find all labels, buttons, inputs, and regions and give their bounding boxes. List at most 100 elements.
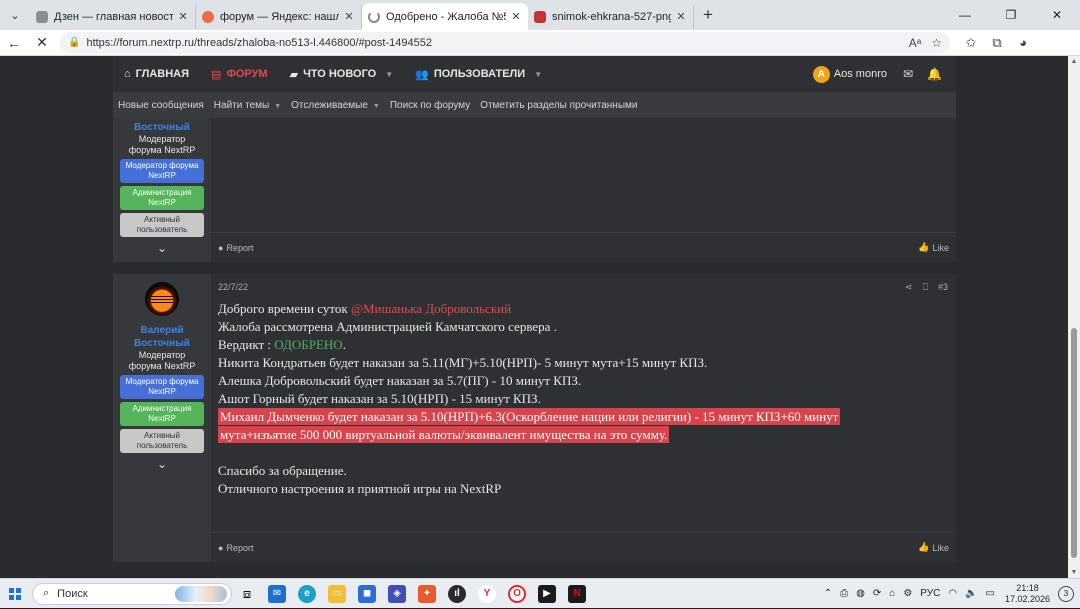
taskbar-app-edge[interactable]: e: [292, 579, 322, 609]
taskbar-app-audio[interactable]: ıl: [442, 579, 472, 609]
close-icon[interactable]: ✕: [675, 10, 687, 23]
subnav-search-forum[interactable]: Поиск по форуму: [390, 100, 470, 111]
share-icon[interactable]: ⋖: [905, 282, 913, 293]
taskbar-app-game[interactable]: ▶: [532, 579, 562, 609]
like-label: Like: [932, 242, 949, 253]
taskview-button[interactable]: ⧈: [232, 579, 262, 609]
favorite-star-icon[interactable]: ☆: [931, 36, 942, 50]
back-button[interactable]: ←: [0, 35, 28, 51]
taskbar-app-netflix[interactable]: N: [562, 579, 592, 609]
taskbar-app-opera[interactable]: O: [502, 579, 532, 609]
page-scrollbar[interactable]: ▲ ▼: [1068, 56, 1080, 578]
taskbar-app-explorer[interactable]: ▭: [322, 579, 352, 609]
chevron-down-icon[interactable]: ⌄: [113, 457, 211, 471]
like-button[interactable]: 👍 Like: [918, 242, 949, 253]
tab-favicon: [534, 10, 546, 23]
chevron-down-icon[interactable]: ⌄: [113, 241, 211, 255]
taskbar-app-mail[interactable]: ✉: [262, 579, 292, 609]
subnav-watched[interactable]: Отслеживаемые ▼: [291, 100, 380, 111]
post-date[interactable]: 22/7/22: [218, 282, 248, 293]
tray-network-icon[interactable]: ⌂: [889, 588, 895, 599]
verdict-value: ОДОБРЕНО: [274, 337, 343, 352]
new-tab-button[interactable]: +: [694, 5, 722, 25]
battery-icon[interactable]: ▭: [986, 588, 995, 599]
verdict-label: Вердикт :: [218, 337, 275, 352]
browser-tab-active[interactable]: Одобрено - Жалоба №513-Л | NE ✕: [362, 3, 528, 30]
author-name[interactable]: Валерий Восточный: [127, 324, 197, 350]
browser-tab[interactable]: форум — Яндекс: нашлось 4 млн ✕: [196, 4, 362, 29]
nav-home[interactable]: ⌂ ГЛАВНАЯ: [113, 56, 200, 92]
language-indicator[interactable]: РУС: [920, 588, 940, 599]
tray-steam-icon[interactable]: ⚙: [903, 588, 912, 599]
close-icon[interactable]: ✕: [510, 10, 522, 23]
forum-icon: ▤: [211, 68, 222, 81]
yandex-icon: Y: [478, 584, 496, 603]
author-name-partial[interactable]: Восточный: [113, 121, 211, 134]
greeting-text: Доброго времени суток: [218, 301, 351, 316]
report-button[interactable]: ● Report: [218, 243, 253, 253]
bookmark-icon[interactable]: ⎕: [923, 282, 928, 293]
bell-icon[interactable]: 🔔: [927, 67, 942, 81]
clock[interactable]: 21:18 17.02.2026: [1005, 583, 1050, 605]
tab-title: Одобрено - Жалоба №513-Л | NE: [386, 10, 506, 23]
tray-sync-icon[interactable]: ⟳: [873, 588, 881, 599]
nav-users[interactable]: 👥 ПОЛЬЗОВАТЕЛИ ▼: [404, 56, 553, 92]
browser-tab[interactable]: snimok-ehkrana-527-png.335563 ✕: [528, 4, 694, 29]
like-button[interactable]: 👍 Like: [918, 542, 949, 553]
tab-favicon: [368, 10, 380, 23]
report-button[interactable]: ● Report: [218, 543, 253, 553]
scroll-down-icon[interactable]: ▼: [1068, 569, 1080, 576]
wifi-icon[interactable]: ◠: [948, 588, 957, 599]
taskbar-app-store[interactable]: ◼: [352, 579, 382, 609]
read-aloud-icon[interactable]: Aᵃ: [909, 36, 921, 50]
subnav-watched-label: Отслеживаемые: [291, 99, 368, 111]
message-line: Спасибо за обращение.: [218, 463, 347, 478]
envelope-icon[interactable]: ✉: [903, 67, 913, 81]
clock-time: 21:18: [1016, 582, 1039, 593]
taskbar-search[interactable]: ⌕ Поиск: [32, 582, 232, 605]
subnav-find-threads[interactable]: Найти темы ▼: [214, 100, 281, 111]
thumbs-up-icon: 👍: [918, 242, 930, 252]
user-avatar[interactable]: A: [812, 65, 830, 83]
message-line: Михаил Дымченко будет наказан за 5.10(НР…: [218, 408, 890, 444]
browser-tab[interactable]: Дзен — главная новостная инфо ✕: [30, 4, 196, 29]
user-name-link[interactable]: Aos monro: [834, 68, 887, 80]
tray-shield-icon[interactable]: ◍: [856, 588, 865, 599]
scrollbar-thumb[interactable]: [1071, 328, 1077, 558]
close-window-button[interactable]: ✕: [1034, 0, 1080, 30]
favorites-icon[interactable]: ✩: [958, 35, 984, 51]
start-button[interactable]: [0, 587, 30, 600]
tab-title: Дзен — главная новостная инфо: [54, 10, 173, 23]
minimize-button[interactable]: —: [942, 0, 988, 30]
profile-icon[interactable]: ◕: [1010, 35, 1036, 50]
url-field[interactable]: 🔒 https://forum.nextrp.ru/threads/zhalob…: [60, 31, 950, 54]
author-avatar[interactable]: [145, 282, 179, 316]
lock-icon[interactable]: 🔒: [68, 37, 80, 48]
chevron-up-icon[interactable]: ⌃: [824, 588, 832, 599]
game-launcher-icon: ▶: [538, 584, 556, 603]
subnav-mark-read[interactable]: Отметить разделы прочитанными: [480, 100, 637, 111]
tray-app-icon[interactable]: ⎙: [840, 588, 848, 599]
close-icon[interactable]: ✕: [343, 10, 355, 23]
nav-forum[interactable]: ▤ ФОРУМ: [200, 56, 279, 92]
close-icon[interactable]: ✕: [177, 10, 189, 23]
report-icon: ●: [218, 242, 224, 253]
taskbar-app-security[interactable]: ✦: [412, 579, 442, 609]
speaker-icon[interactable]: 🔈: [965, 588, 977, 599]
extensions-icon[interactable]: ⧉: [984, 35, 1010, 51]
tab-actions-menu-button[interactable]: ⌄: [0, 0, 30, 30]
scroll-up-icon[interactable]: ▲: [1068, 58, 1080, 65]
taskbar-app-shield[interactable]: ◈: [382, 579, 412, 609]
post-message: Доброго времени суток @Мишанька Добровол…: [218, 300, 896, 498]
maximize-button[interactable]: ❐: [988, 0, 1034, 30]
home-icon: ⌂: [124, 68, 131, 80]
user-mention-link[interactable]: @Мишанька Добровольский: [351, 301, 511, 316]
post-verdict: Валерий Восточный Модератор форума NextR…: [113, 274, 956, 562]
taskbar-app-yandex[interactable]: Y: [472, 579, 502, 609]
nav-whats-new[interactable]: ▰ ЧТО НОВОГО ▼: [279, 56, 405, 92]
subnav-new-posts[interactable]: Новые сообщения: [118, 100, 204, 111]
author-title: Модератор форума NextRP: [128, 134, 196, 155]
stop-loading-button[interactable]: ✕: [28, 34, 56, 51]
notification-badge[interactable]: 3: [1058, 585, 1074, 602]
post-number[interactable]: #3: [938, 282, 948, 293]
